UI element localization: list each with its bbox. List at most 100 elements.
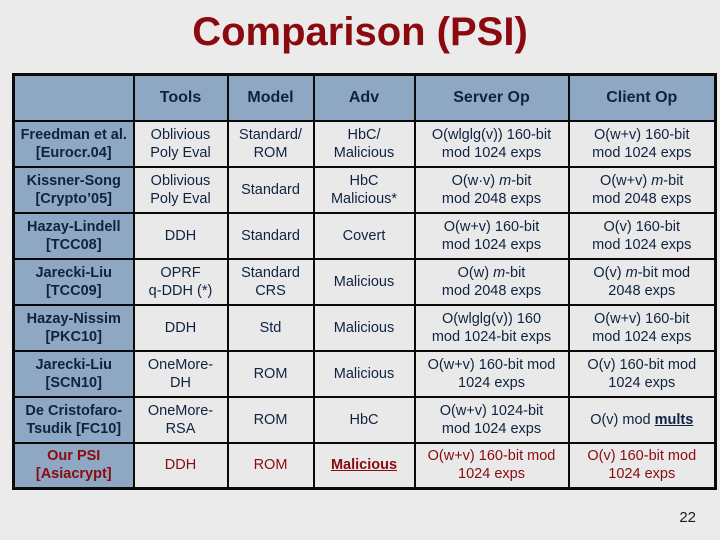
cell-line: Malicious: [333, 319, 395, 336]
cell-line: O(w+v) 160-bit mod: [427, 448, 556, 465]
cell-line: Our PSI: [47, 448, 101, 465]
cell-line: HbC/: [347, 126, 381, 143]
cell-line: mod 1024 exps: [441, 236, 542, 253]
cell-adv: HbC: [312, 395, 416, 444]
cell-line: [SCN10]: [45, 374, 102, 391]
cell-model: ROM: [226, 441, 315, 490]
cell-line: O(w+v) 1024-bit: [439, 402, 544, 419]
cell-line: 1024 exps: [458, 374, 525, 391]
cell-line: DDH: [164, 227, 197, 244]
table-row: Hazay-Lindell [TCC08] DDH Standard Covert O(w…: [12, 211, 717, 260]
cell-client-op: O(w+v) 160-bit mod 1024 exps: [567, 303, 717, 352]
cell-tools: OPRF q-DDH (*): [132, 257, 229, 306]
cell-line: 1024 exps: [608, 466, 676, 483]
cell-line: Std: [259, 319, 282, 336]
cell-line: Malicious: [333, 273, 395, 290]
cell-line: O(v) m-bit mod: [572, 264, 713, 282]
cell-line: Oblivious: [150, 126, 211, 143]
header-row: Tools Model Adv Server Op Client Op: [12, 73, 717, 122]
comparison-table: Tools Model Adv Server Op Client Op Free…: [12, 73, 717, 490]
cell-adv: HbC Malicious*: [312, 165, 416, 214]
cell-line: mod 2048 exps: [441, 282, 542, 299]
cell-line: O(wlglg(v)) 160-bit: [431, 126, 552, 143]
header-model: Model: [226, 73, 315, 122]
row-label: Freedman et al. [Eurocr.04]: [12, 119, 135, 168]
cell-emphasis: mults: [654, 411, 694, 428]
cell-line: O(v) 160-bit mod: [587, 356, 697, 373]
cell-line: Oblivious: [150, 172, 211, 189]
cell-client-op: O(v) 160-bit mod 1024 exps: [567, 211, 717, 260]
cell-line: O(w·v) m-bit: [418, 172, 566, 190]
cell-variable: m: [493, 264, 506, 281]
cell-text: O(v) mod: [590, 411, 655, 428]
cell-text: -bit: [505, 264, 526, 281]
cell-line: Poly Eval: [150, 144, 211, 161]
cell-line: ROM: [253, 411, 288, 428]
cell-line: ROM: [253, 365, 288, 382]
cell-line: Hazay-Lindell: [27, 218, 121, 235]
cell-line: O(w+v) 160-bit: [594, 126, 690, 143]
row-label: Hazay-Nissim [PKC10]: [12, 303, 135, 352]
cell-text: -bit: [663, 172, 684, 189]
cell-line: [Eurocr.04]: [35, 144, 112, 161]
cell-line: mod 2048 exps: [441, 190, 542, 207]
table-row: Jarecki-Liu [TCC09] OPRF q-DDH (*) Standard C…: [12, 257, 717, 306]
table-row: Jarecki-Liu [SCN10] OneMore- DH ROM Malicious…: [12, 349, 717, 398]
cell-server-op: O(w+v) 160-bit mod 1024 exps: [413, 349, 570, 398]
table-row: Freedman et al. [Eurocr.04] Oblivious Poly …: [12, 119, 717, 168]
header-client-op: Client Op: [567, 73, 717, 122]
cell-line: Poly Eval: [150, 190, 211, 207]
page-number: 22: [679, 509, 696, 526]
table-row: Hazay-Nissim [PKC10] DDH Std Malicious O(wlgl…: [12, 303, 717, 352]
cell-line: Standard: [241, 181, 300, 198]
row-label: Jarecki-Liu [TCC09]: [12, 257, 135, 306]
cell-server-op: O(w·v) m-bit mod 2048 exps: [413, 165, 570, 214]
cell-line: q-DDH (*): [148, 282, 213, 299]
cell-model: Std: [226, 303, 315, 352]
cell-line: Freedman et al.: [20, 126, 127, 143]
header-adv: Adv: [312, 73, 416, 122]
cell-line: ROM: [253, 457, 288, 474]
cell-line: Covert: [342, 227, 386, 244]
cell-line: [Asiacrypt]: [35, 466, 112, 483]
cell-line: Jarecki-Liu: [35, 356, 113, 373]
cell-line: Tsudik [FC10]: [26, 420, 122, 437]
table-row: De Cristofaro- Tsudik [FC10] OneMore- RSA RO…: [12, 395, 717, 444]
cell-line: O(w+v) 160-bit mod: [427, 356, 556, 373]
cell-line: mod 2048 exps: [592, 190, 692, 207]
cell-line: 1024 exps: [608, 374, 676, 391]
cell-line: Standard/: [239, 126, 302, 143]
cell-client-op: O(w+v) 160-bit mod 1024 exps: [567, 119, 717, 168]
cell-line: O(v) mod mults: [572, 411, 713, 429]
cell-adv: Malicious: [312, 257, 416, 306]
cell-client-op: O(w+v) m-bit mod 2048 exps: [567, 165, 717, 214]
cell-text: O(w+v): [600, 172, 652, 189]
header-server-op: Server Op: [413, 73, 570, 122]
cell-line: CRS: [255, 282, 286, 299]
cell-text: O(w): [457, 264, 494, 281]
cell-line: [TCC09]: [45, 282, 102, 299]
cell-line: OneMore-: [147, 402, 214, 419]
table-body: Freedman et al. [Eurocr.04] Oblivious Poly …: [12, 119, 717, 490]
cell-line: Malicious: [333, 365, 395, 382]
cell-line: Malicious: [333, 144, 395, 161]
cell-server-op: O(w+v) 160-bit mod 1024 exps: [413, 441, 570, 490]
cell-line: O(w+v) 160-bit: [594, 310, 690, 327]
table-row: Kissner-Song [Crypto’05] Oblivious Poly Eva…: [12, 165, 717, 214]
cell-model: ROM: [226, 395, 315, 444]
slide-title: Comparison (PSI): [192, 10, 528, 54]
cell-server-op: O(w+v) 160-bit mod 1024 exps: [413, 211, 570, 260]
cell-client-op: O(v) mod mults: [567, 395, 717, 444]
cell-line: Malicious*: [330, 190, 398, 207]
header-empty: [12, 73, 135, 122]
cell-client-op: O(v) 160-bit mod 1024 exps: [567, 441, 717, 490]
cell-tools: OneMore- DH: [132, 349, 229, 398]
cell-line: De Cristofaro-: [25, 402, 123, 419]
cell-line: mod 1024 exps: [441, 420, 542, 437]
cell-server-op: O(wlglg(v)) 160-bit mod 1024 exps: [413, 119, 570, 168]
cell-adv: Covert: [312, 211, 416, 260]
cell-line: mod 1024 exps: [441, 144, 542, 161]
cell-server-op: O(w+v) 1024-bit mod 1024 exps: [413, 395, 570, 444]
cell-line: O(wlglg(v)) 160: [441, 310, 542, 327]
cell-line: Malicious: [317, 456, 412, 474]
